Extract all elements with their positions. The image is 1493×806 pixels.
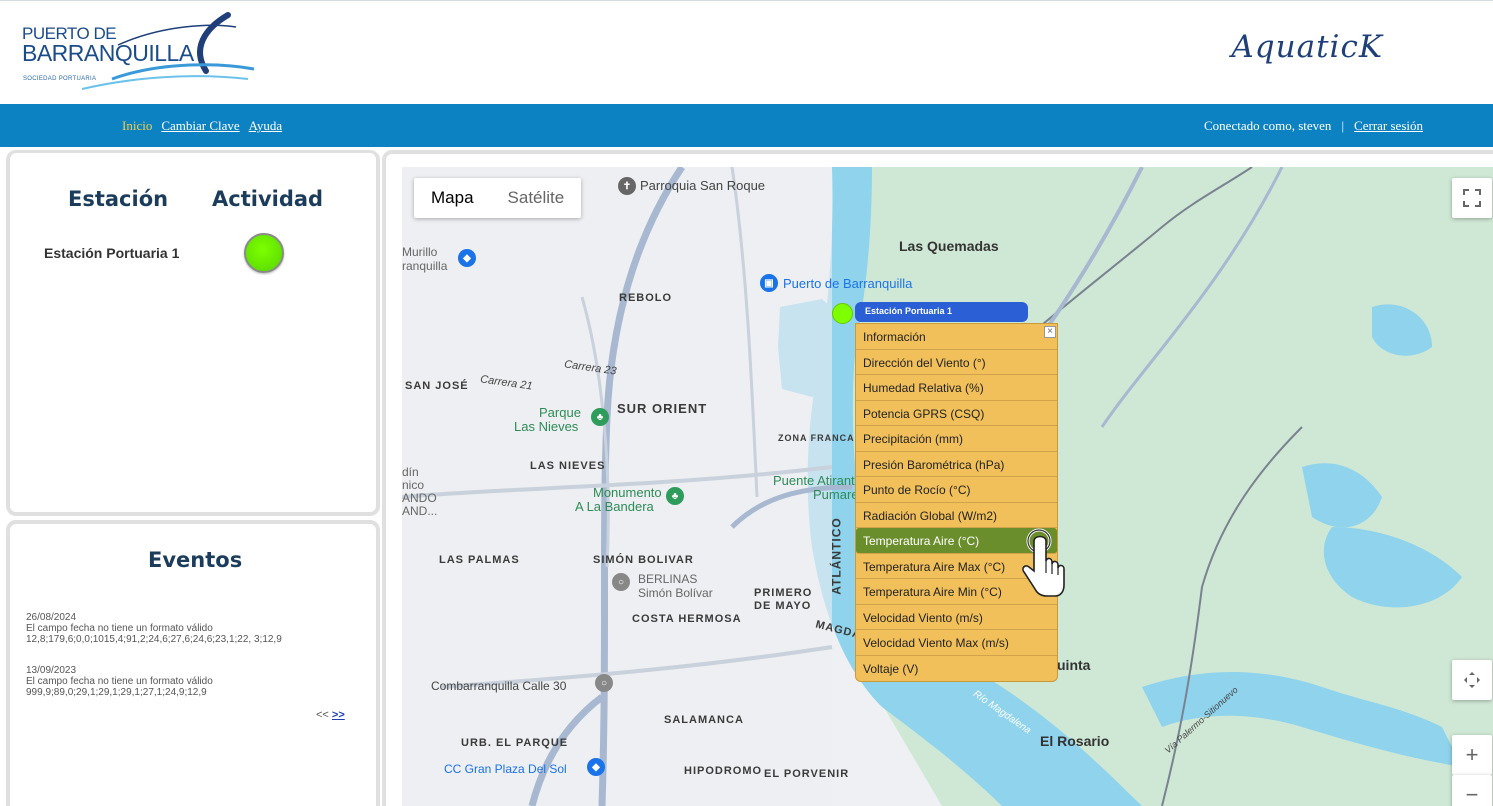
fullscreen-icon	[1463, 189, 1481, 207]
nav-link-cambiar-clave[interactable]: Cambiar Clave	[161, 118, 239, 134]
map-type-satellite-button[interactable]: Satélite	[491, 178, 582, 218]
shopping-icon[interactable]: ◆	[587, 758, 605, 776]
nav-links: Inicio Cambiar Clave Ayuda	[122, 118, 282, 134]
map-label-din-2: nico	[402, 478, 425, 492]
map-label-hipodromo: HIPODROMO	[684, 765, 763, 777]
port-icon[interactable]: ▣	[760, 274, 778, 292]
map-label-las-nieves: LAS NIEVES	[530, 460, 606, 472]
map-label-murillo: Murillo	[402, 245, 438, 259]
map-label-san-jose: SAN JOSÉ	[405, 380, 469, 392]
map-label-din-3: ANDO	[402, 491, 437, 505]
map-label-urb-el-parque: URB. EL PARQUE	[461, 737, 569, 749]
map-type-control: Mapa Satélite	[414, 178, 582, 218]
camera-control-icon	[1464, 672, 1480, 688]
pager-prev: <<	[316, 709, 329, 721]
pager-next[interactable]: >>	[332, 709, 345, 721]
station-variable-menu: Información Dirección del Viento (°) Hum…	[855, 323, 1058, 682]
menu-item-informacion[interactable]: Información	[856, 324, 1057, 350]
header: PUERTO DE BARRANQUILLA SOCIEDAD PORTUARI…	[0, 0, 1493, 104]
events-panel: Eventos 26/08/2024 El campo fecha no tie…	[6, 520, 380, 806]
event-message: El campo fecha no tiene un formato válid…	[26, 676, 213, 687]
station-marker[interactable]	[832, 303, 853, 324]
map-label-rebolo: REBOLO	[619, 292, 673, 304]
event-item: 13/09/2023 El campo fecha no tiene un fo…	[26, 665, 213, 698]
event-date: 13/09/2023	[26, 665, 77, 676]
events-heading: Eventos	[148, 548, 243, 572]
map-label-puerto: Puerto de Barranquilla	[783, 276, 913, 291]
map-label-primero-2: DE MAYO	[754, 600, 812, 612]
zoom-in-button[interactable]: +	[1452, 735, 1492, 775]
station-marker-label[interactable]: Estación Portuaria 1	[855, 302, 1028, 322]
station-name[interactable]: Estación Portuaria 1	[44, 245, 179, 261]
shopping-cart-icon[interactable]: ◆	[458, 249, 476, 267]
event-data: 12,8;179,6;0,0;1015,4;91,2;24,6;27,6;24,…	[26, 634, 282, 645]
map-label-din-4: AND...	[402, 504, 438, 518]
map-label-el-rosario: El Rosario	[1040, 733, 1110, 749]
events-pager: << >>	[316, 709, 345, 721]
event-message: El campo fecha no tiene un formato válid…	[26, 623, 213, 634]
map-label-el-porvenir: EL PORVENIR	[764, 768, 850, 780]
puerto-barranquilla-logo[interactable]: PUERTO DE BARRANQUILLA SOCIEDAD PORTUARI…	[22, 9, 262, 99]
map-type-map-button[interactable]: Mapa	[414, 178, 491, 218]
menu-item-velocidad-viento-max[interactable]: Velocidad Viento Max (m/s)	[856, 630, 1057, 656]
map-label-primero: PRIMERO	[754, 587, 813, 599]
transit-station-icon[interactable]: ○	[612, 573, 630, 591]
map-label-salamanca: SALAMANCA	[664, 714, 744, 726]
nav-bar: Inicio Cambiar Clave Ayuda Conectado com…	[0, 104, 1493, 147]
station-panel: Estación Actividad Estación Portuaria 1	[6, 150, 380, 516]
map-label-uinta: uinta	[1057, 657, 1091, 673]
map-label-zona-franca: ZONA FRANCA	[778, 433, 855, 443]
map-label-monumento-2: A La Bandera	[575, 499, 654, 514]
menu-item-presion-barometrica[interactable]: Presión Barométrica (hPa)	[856, 452, 1057, 477]
user-area: Conectado como, steven | Cerrar sesión	[1204, 118, 1423, 134]
menu-item-voltaje[interactable]: Voltaje (V)	[856, 656, 1057, 682]
nav-link-ayuda[interactable]: Ayuda	[249, 118, 282, 134]
map-label-parque-2: Las Nieves	[514, 419, 579, 434]
map-label-atlantico: ATLÁNTICO	[829, 517, 844, 595]
activity-indicator	[244, 233, 284, 273]
map-label-monumento: Monumento	[593, 485, 662, 500]
menu-item-velocidad-viento[interactable]: Velocidad Viento (m/s)	[856, 605, 1057, 630]
close-icon[interactable]: ×	[1044, 326, 1056, 338]
event-date: 26/08/2024	[26, 612, 77, 623]
map-label-las-palmas: LAS PALMAS	[439, 554, 520, 566]
map-label-costa-hermosa: COSTA HERMOSA	[632, 613, 742, 625]
zoom-out-button[interactable]: −	[1452, 775, 1492, 806]
map-label-las-quemadas: Las Quemadas	[899, 238, 999, 254]
map-label-simon-bolivar: SIMÓN BOLIVAR	[593, 554, 694, 566]
menu-item-potencia-gprs[interactable]: Potencia GPRS (CSQ)	[856, 401, 1057, 426]
map-label-murillo-2: ranquilla	[402, 259, 448, 273]
map-label-parque: Parque	[539, 405, 581, 420]
station-heading: Estación	[68, 187, 169, 211]
logo-line2: BARRANQUILLA	[22, 40, 194, 66]
aquatick-brand: AquaticK	[1231, 29, 1383, 65]
logo-line3: SOCIEDAD PORTUARIA	[23, 76, 97, 82]
menu-item-precipitacion[interactable]: Precipitación (mm)	[856, 426, 1057, 452]
menu-item-punto-rocio[interactable]: Punto de Rocío (°C)	[856, 477, 1057, 503]
event-item: 26/08/2024 El campo fecha no tiene un fo…	[26, 612, 282, 645]
menu-item-direccion-viento[interactable]: Dirección del Viento (°)	[856, 350, 1057, 375]
park-icon[interactable]: ♣	[591, 408, 609, 426]
map-label-parroquia: Parroquia San Roque	[640, 178, 766, 193]
map-label-berlinas-2: Simón Bolívar	[638, 586, 713, 600]
menu-item-radiacion-global[interactable]: Radiación Global (W/m2)	[856, 503, 1057, 528]
connected-as-text: Conectado como, steven	[1204, 118, 1332, 133]
logout-link[interactable]: Cerrar sesión	[1354, 118, 1423, 134]
monument-icon[interactable]: ♣	[666, 487, 684, 505]
map-label-combarranquilla: Combarranquilla Calle 30	[431, 679, 567, 693]
menu-item-humedad-relativa[interactable]: Humedad Relativa (%)	[856, 375, 1057, 401]
camera-control-button[interactable]	[1452, 660, 1492, 700]
church-icon[interactable]: ✝	[618, 177, 636, 195]
map-label-cc-gran-plaza: CC Gran Plaza Del Sol	[444, 762, 567, 776]
nav-link-inicio[interactable]: Inicio	[122, 118, 152, 134]
activity-heading: Actividad	[212, 187, 324, 211]
map-label-berlinas: BERLINAS	[638, 572, 698, 586]
transit-station-icon[interactable]: ○	[595, 674, 613, 692]
nav-separator: |	[1341, 118, 1345, 133]
fullscreen-button[interactable]	[1452, 178, 1492, 218]
hand-pointer-icon	[1022, 528, 1065, 597]
map-label-sur-orient: SUR ORIENT	[617, 401, 708, 416]
event-data: 999,9;89,0;29,1;29,1;29,1;27,1;24,9;12,9	[26, 687, 207, 698]
map-label-din: dín	[402, 465, 419, 479]
